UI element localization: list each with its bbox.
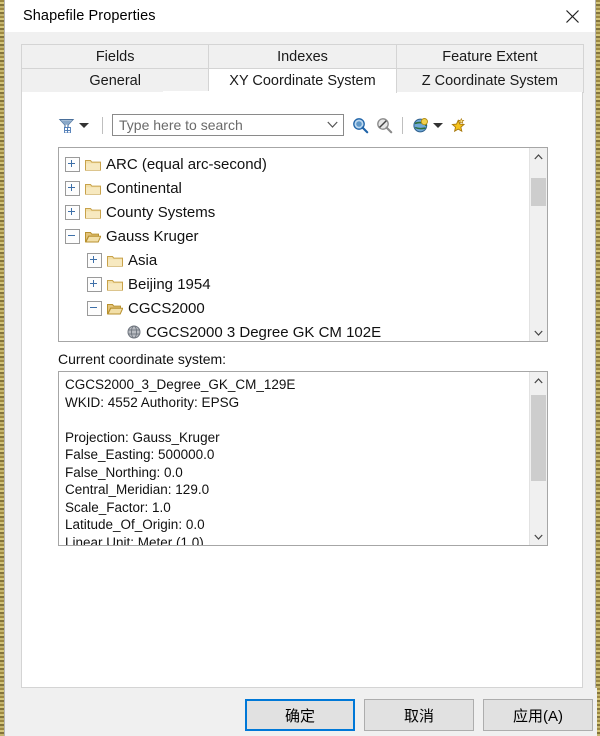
coordinate-system-toolbar <box>58 112 467 138</box>
window-title: Shapefile Properties <box>5 8 156 24</box>
globe-geographic-icon[interactable] <box>412 117 429 134</box>
expand-plus-icon[interactable] <box>87 253 102 268</box>
folder-closed-icon <box>107 254 123 267</box>
tab-strip: Fields Indexes Feature Extent General XY… <box>21 44 583 92</box>
tree-item-label: Asia <box>128 252 157 269</box>
tree-item-label: Gauss Kruger <box>106 228 199 245</box>
ok-button[interactable]: 确定 <box>245 699 355 731</box>
tab-xy-coordinate-system[interactable]: XY Coordinate System <box>208 68 396 93</box>
tree-indent-spacer <box>109 326 122 339</box>
search-input[interactable] <box>113 117 321 133</box>
cs-scroll-thumb[interactable] <box>531 395 546 481</box>
current-coordinate-system-box[interactable]: CGCS2000_3_Degree_GK_CM_129E WKID: 4552 … <box>58 371 548 546</box>
cancel-button[interactable]: 取消 <box>364 699 474 731</box>
tree-item-county-systems[interactable]: County Systems <box>59 200 529 224</box>
search-input-wrapper[interactable] <box>112 114 344 136</box>
tree-item-continental[interactable]: Continental <box>59 176 529 200</box>
xy-coordinate-system-panel: ARC (equal arc-second) Continental Count… <box>21 92 583 688</box>
folder-open-icon <box>85 230 101 243</box>
tree-item-label: Beijing 1954 <box>128 276 211 293</box>
globe-coordinate-system-icon <box>127 325 141 339</box>
dialog-footer: 确定 取消 应用(A) <box>5 688 597 736</box>
expand-plus-icon[interactable] <box>65 181 80 196</box>
folder-closed-icon <box>85 206 101 219</box>
tree-scroll-up-chevron-up-icon[interactable] <box>530 148 547 165</box>
current-coordinate-system-label: Current coordinate system: <box>58 351 226 367</box>
cs-vertical-scrollbar[interactable] <box>529 372 547 545</box>
tab-row-bottom: General XY Coordinate System Z Coordinat… <box>21 68 583 92</box>
tree-vertical-scrollbar[interactable] <box>529 148 547 341</box>
star-favorite-icon[interactable] <box>450 117 467 134</box>
tab-fields[interactable]: Fields <box>21 44 209 68</box>
cs-scroll-track[interactable] <box>530 389 547 528</box>
tree-item-cgcs2000[interactable]: CGCS2000 <box>59 296 529 320</box>
folder-closed-icon <box>85 182 101 195</box>
close-icon[interactable] <box>549 0 595 32</box>
collapse-minus-icon[interactable] <box>87 301 102 316</box>
tree-item-gauss-kruger[interactable]: Gauss Kruger <box>59 224 529 248</box>
tree-item-label: CGCS2000 <box>128 300 205 317</box>
tree-item-label: County Systems <box>106 204 215 221</box>
magnifier-search-icon[interactable] <box>352 117 369 134</box>
tab-feature-extent[interactable]: Feature Extent <box>396 44 584 68</box>
cs-scroll-down-chevron-down-icon[interactable] <box>530 528 547 545</box>
tree-item-label: ARC (equal arc-second) <box>106 156 267 173</box>
toolbar-separator-2 <box>402 117 403 134</box>
globe-chevron-down-icon[interactable] <box>433 123 443 128</box>
folder-closed-icon <box>107 278 123 291</box>
tree-item-beijing-1954[interactable]: Beijing 1954 <box>59 272 529 296</box>
collapse-minus-icon[interactable] <box>65 229 80 244</box>
expand-plus-icon[interactable] <box>65 157 80 172</box>
toolbar-separator-1 <box>102 117 103 134</box>
tree-scroll-track[interactable] <box>530 165 547 324</box>
folder-closed-icon <box>85 158 101 171</box>
cs-scroll-up-chevron-up-icon[interactable] <box>530 372 547 389</box>
expand-plus-icon[interactable] <box>65 205 80 220</box>
tree-item-label: CGCS2000 3 Degree GK CM 102E <box>146 324 381 341</box>
tab-general[interactable]: General <box>21 68 209 93</box>
tree-body: ARC (equal arc-second) Continental Count… <box>59 148 529 341</box>
filter-funnel-icon[interactable] <box>58 117 75 134</box>
tab-row-top: Fields Indexes Feature Extent <box>21 44 583 68</box>
tree-item-cgcs2000-gk-cm-102e[interactable]: CGCS2000 3 Degree GK CM 102E <box>59 320 529 341</box>
magnifier-cancel-icon[interactable] <box>376 117 393 134</box>
tree-scroll-thumb[interactable] <box>531 178 546 207</box>
tab-indexes[interactable]: Indexes <box>208 44 396 68</box>
active-tab-notch <box>163 91 349 94</box>
filter-chevron-down-icon[interactable] <box>79 123 89 128</box>
current-coordinate-system-text: CGCS2000_3_Degree_GK_CM_129E WKID: 4552 … <box>59 372 529 545</box>
apply-button[interactable]: 应用(A) <box>483 699 593 731</box>
search-chevron-down-icon[interactable] <box>321 115 343 135</box>
tree-item-label: Continental <box>106 180 182 197</box>
tab-z-coordinate-system[interactable]: Z Coordinate System <box>396 68 584 93</box>
tree-item-asia[interactable]: Asia <box>59 248 529 272</box>
title-bar: Shapefile Properties <box>5 0 595 32</box>
expand-plus-icon[interactable] <box>87 277 102 292</box>
folder-open-icon <box>107 302 123 315</box>
tree-scroll-down-chevron-down-icon[interactable] <box>530 324 547 341</box>
tree-item-arc[interactable]: ARC (equal arc-second) <box>59 152 529 176</box>
coordinate-system-tree[interactable]: ARC (equal arc-second) Continental Count… <box>58 147 548 342</box>
shapefile-properties-dialog: Shapefile Properties Fields Indexes Feat… <box>4 0 596 736</box>
